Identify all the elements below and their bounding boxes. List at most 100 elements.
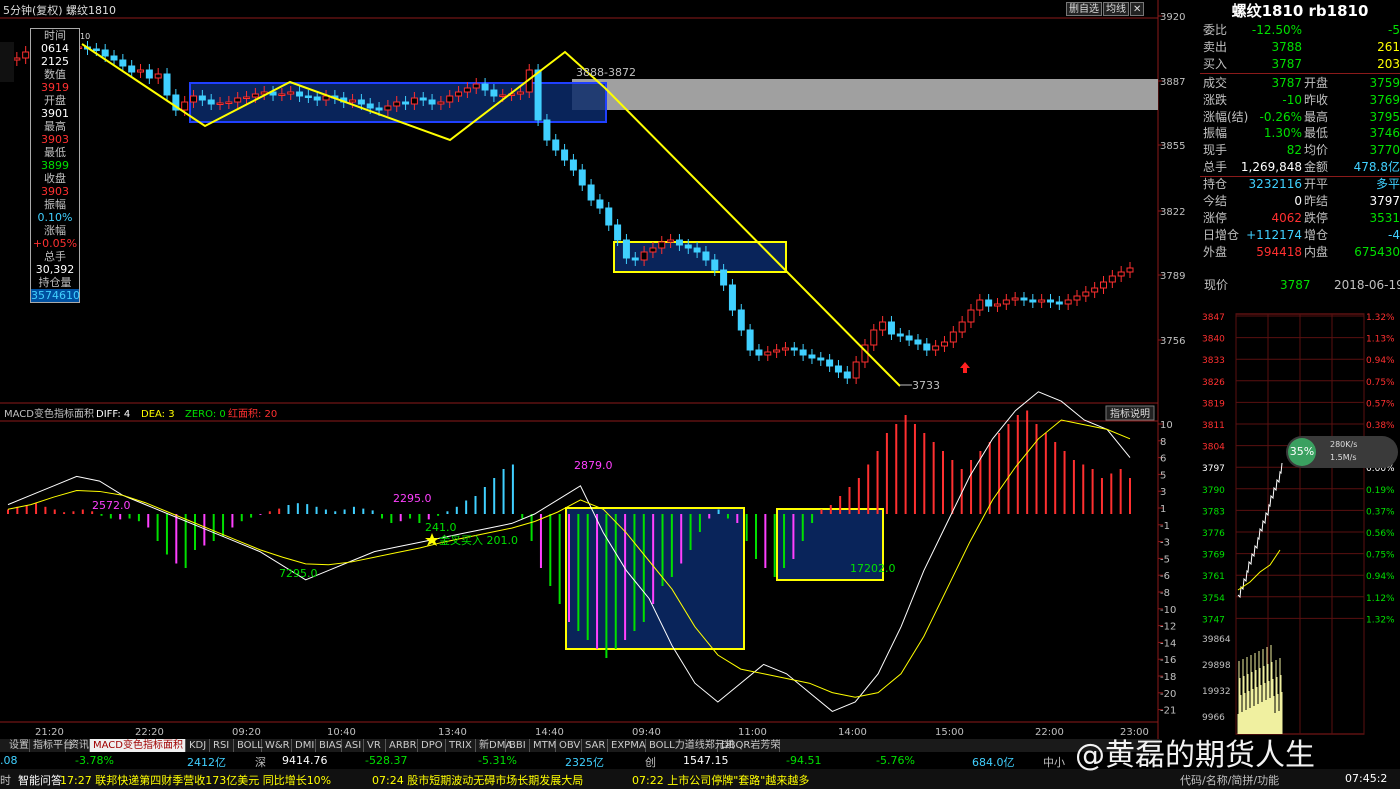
mini-price-tick: 3804 [1202, 443, 1225, 453]
volume-tick: 29898 [1202, 661, 1231, 671]
tab-15[interactable]: 新DMA [476, 739, 512, 752]
tab-8[interactable]: DMI [292, 739, 316, 752]
tab-1[interactable]: 指标平台 [30, 739, 73, 752]
time-tick: 22:20 [135, 727, 164, 738]
price-tick: 3920 [1160, 12, 1185, 23]
speed-widget[interactable]: 35% 280K/s 1.5M/s [1286, 436, 1398, 468]
macd-tick: -10 [1160, 605, 1176, 616]
tab-3[interactable]: MACD变色指标面积 [90, 739, 186, 752]
intraday-chart[interactable]: 3847 1.32% 3840 1.13% 3833 0.94% 3826 0.75% 3819… [1200, 300, 1400, 738]
info-6: 3901 [41, 107, 69, 120]
tab-0[interactable]: 设置 [6, 739, 30, 752]
tab-7[interactable]: W&R [262, 739, 292, 752]
mini-pct-tick: 0.19% [1366, 486, 1395, 496]
resistance-zone [572, 79, 1158, 110]
buy-arrow-icon [960, 362, 970, 373]
svg-text:指标说明: 指标说明 [1110, 407, 1150, 420]
tab-2[interactable]: 资讯 [66, 739, 90, 752]
tab-16[interactable]: BBI [506, 739, 530, 752]
tab-17[interactable]: MTM [530, 739, 556, 752]
time-tick: 09:20 [232, 727, 261, 738]
tab-11[interactable]: VR [364, 739, 386, 752]
macd-tick: -18 [1160, 672, 1176, 683]
info-19: 持仓量 [38, 276, 72, 289]
tab-14[interactable]: TRIX [446, 739, 476, 752]
time-tick: 14:00 [838, 727, 867, 738]
macd-zero: ZERO: 0 [185, 409, 226, 420]
macd-title: MACD变色指标面积 [4, 407, 94, 420]
time-tick: 14:40 [535, 727, 564, 738]
mini-pct-tick: 0.57% [1366, 399, 1395, 409]
info-7: 最高 [44, 120, 66, 133]
macd-tick: 1 [1160, 504, 1166, 515]
mini-pct-tick: 0.56% [1366, 529, 1395, 539]
indicator-tabs: 设置 指标平台 资讯 MACD变色指标面积 KDJ RSI BOLL W&R DMI BIAS AS… [0, 739, 1160, 752]
tab-21[interactable]: BOLL力道线郑元凯 [646, 739, 735, 752]
quote-row: 涨跌 -10 昨收 3769 [1203, 92, 1400, 107]
quote-row: 现手 82 均价 3770 [1203, 143, 1400, 158]
tab-20[interactable]: EXPMA [608, 739, 646, 752]
mini-pct-tick: 0.75% [1366, 551, 1395, 561]
status-item: .08 [0, 754, 18, 767]
price-chart[interactable]: 392038873855382237893756 3888-3872 3733 … [0, 0, 1200, 739]
low-label: 3733 [912, 379, 940, 392]
tab-9[interactable]: BIAS [316, 739, 342, 752]
macd-tick: -5 [1160, 554, 1170, 565]
info-20: 3574610 [31, 289, 80, 302]
status-item: 中小 [1043, 756, 1065, 769]
info-14: 0.10% [37, 211, 73, 224]
macd-tick: -1 [1160, 521, 1170, 532]
quote-row: 外盘 594418 内盘 675430 [1203, 244, 1400, 259]
time-tick: 09:40 [632, 727, 661, 738]
macd-tick: -12 [1160, 622, 1176, 633]
code-search-input[interactable]: 代码/名称/简拼/功能 [1180, 772, 1279, 788]
time-tick: 15:00 [935, 727, 964, 738]
status-item: -5.76% [876, 754, 915, 767]
macd-label-2879: 2879.0 [574, 459, 613, 472]
mini-price-tick: 3819 [1202, 399, 1225, 409]
time-tick: 10:40 [327, 727, 356, 738]
tab-6[interactable]: BOLL [234, 739, 263, 752]
info-8: 3903 [41, 133, 69, 146]
tab-10[interactable]: ASI [342, 739, 364, 752]
news-item[interactable]: 智能问答 [18, 772, 62, 788]
macd-tick: -3 [1160, 538, 1170, 549]
tab-5[interactable]: RSI [210, 739, 234, 752]
macd-tick: 6 [1160, 454, 1166, 465]
status-item: 2325亿 [565, 756, 604, 769]
mini-price-tick: 3776 [1202, 529, 1225, 539]
status-item: 2412亿 [187, 756, 226, 769]
range-label: 3888-3872 [576, 66, 636, 79]
news-item: 07:24 股市短期波动无碍市场长期发展大局 [372, 774, 584, 787]
macd-tick: 5 [1160, 470, 1166, 481]
quote-row: 卖出 3788 261 [1203, 39, 1400, 54]
mini-price-tick: 3840 [1202, 335, 1225, 345]
mini-price-tick: 3747 [1202, 615, 1225, 625]
tab-4[interactable]: KDJ [186, 739, 210, 752]
macd-label-7295: 7295.0 [279, 567, 318, 580]
time-tick: 21:20 [35, 727, 64, 738]
news-item: 时 [0, 774, 11, 787]
quote-row: 日增仓 +112174 增仓 -4 [1203, 227, 1400, 242]
mini-price-tick: 3826 [1202, 378, 1225, 388]
macd-histogram [7, 410, 1131, 658]
status-item: 深 [255, 756, 266, 769]
status-item: 创 [645, 756, 656, 769]
tab-12[interactable]: ARBR [386, 739, 418, 752]
tab-22[interactable]: DBQR岩芳荣 [718, 739, 780, 752]
golden-cross-label: 金叉买入 201.0 [439, 533, 518, 547]
news-item: 07:45:2 [1345, 772, 1388, 785]
macd-tick: 8 [1160, 437, 1166, 448]
info-0: 时间 [44, 29, 66, 42]
mini-pct-tick: 1.32% [1366, 313, 1395, 323]
mini-price-tick: 3790 [1202, 486, 1225, 496]
mini-pct-tick: 1.13% [1366, 335, 1395, 345]
tab-18[interactable]: OBV [556, 739, 582, 752]
tab-13[interactable]: DPO [418, 739, 446, 752]
tab-19[interactable]: SAR [582, 739, 608, 752]
time-tick: 22:00 [1035, 727, 1064, 738]
volume-tick: 39864 [1202, 635, 1231, 645]
info-12: 3903 [41, 185, 69, 198]
status-item: 1547.15 [683, 754, 729, 767]
mini-price-tick: 3811 [1202, 421, 1225, 431]
